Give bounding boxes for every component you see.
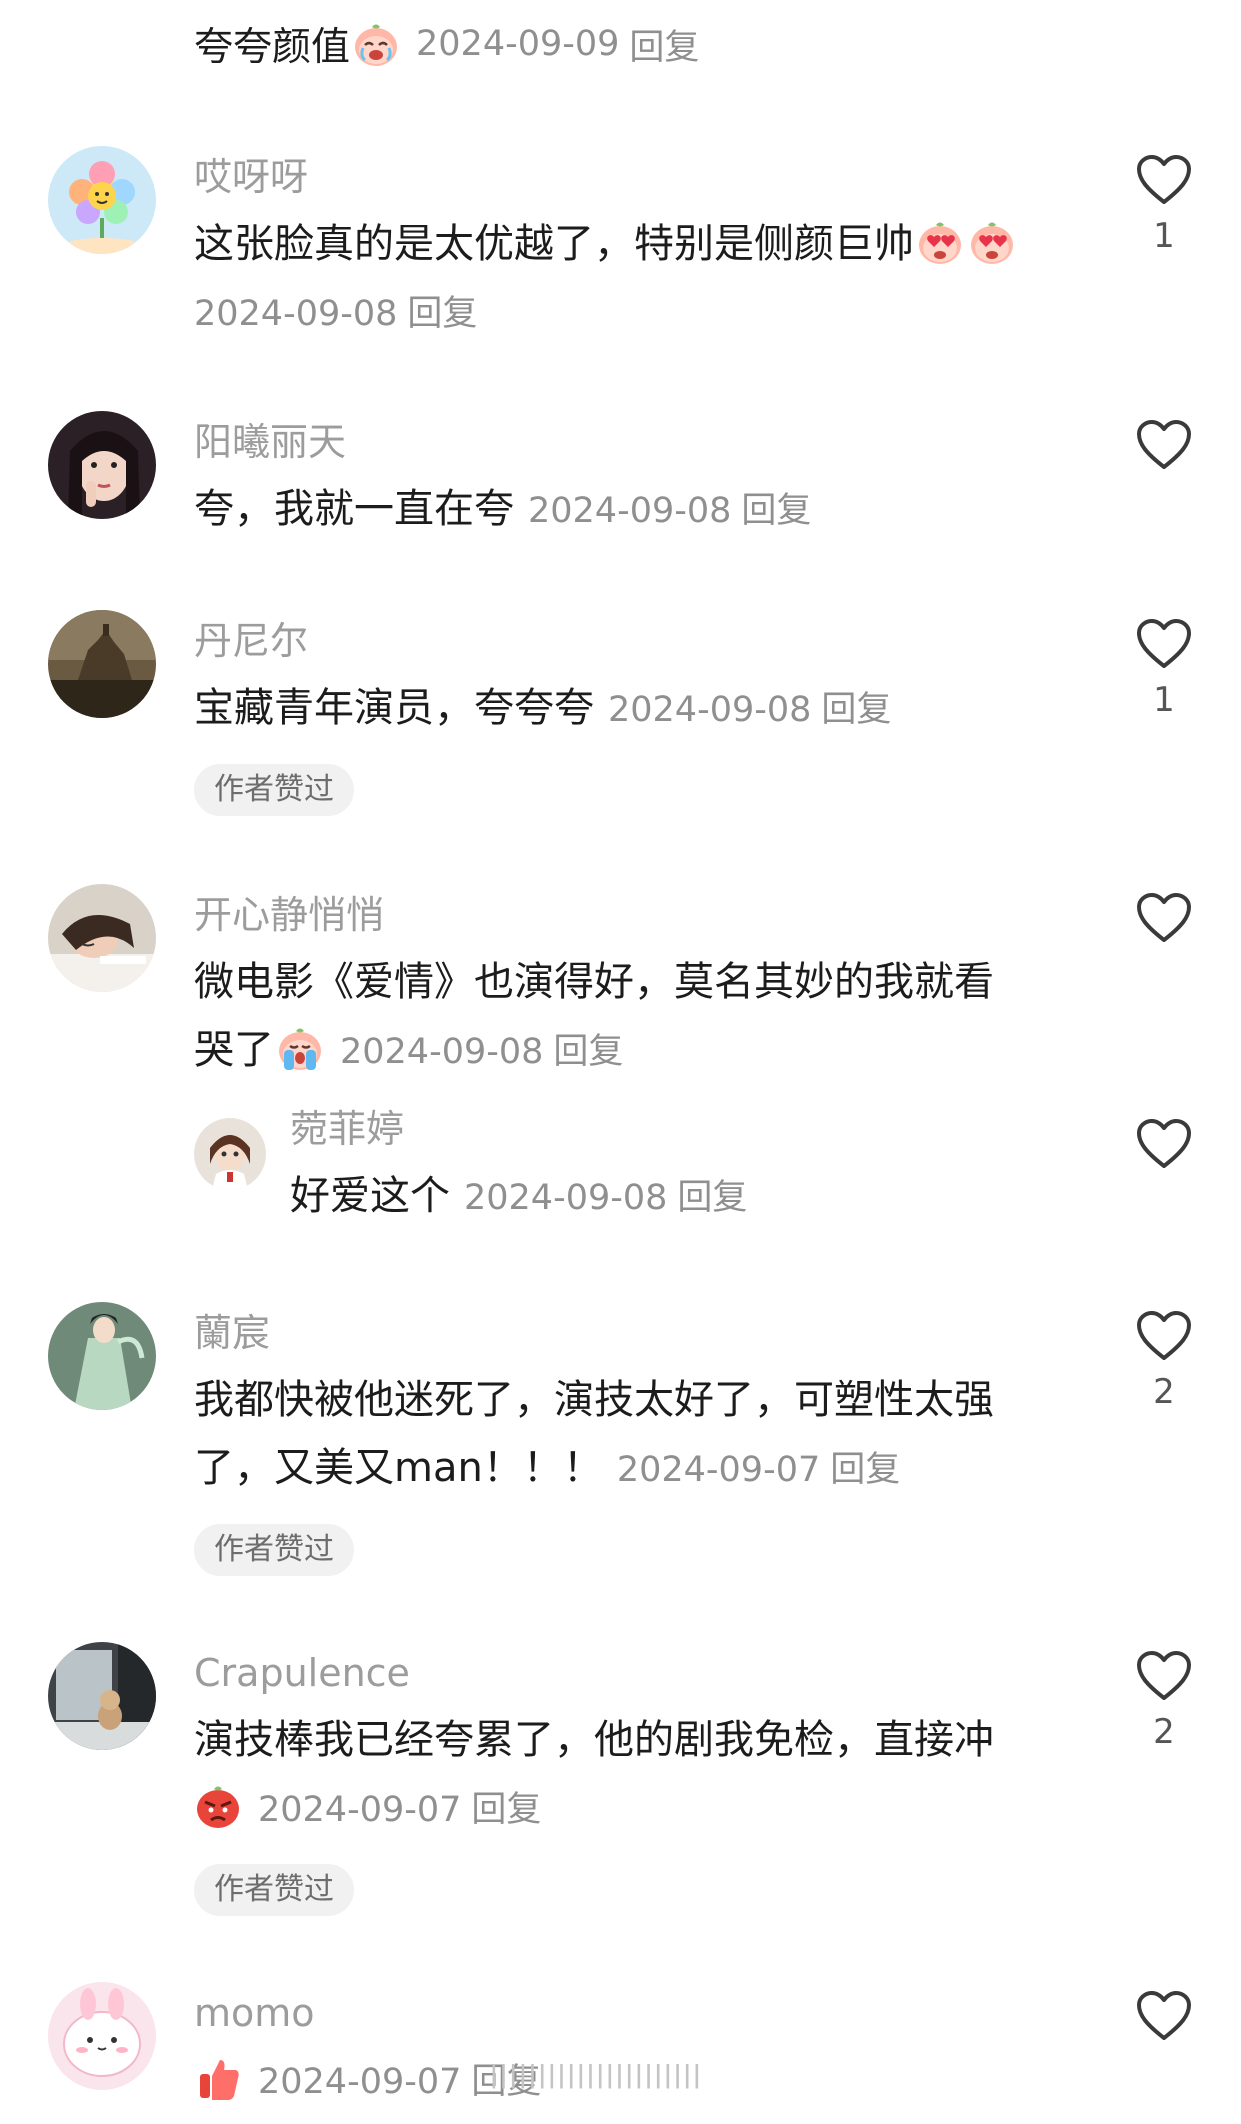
avatar[interactable] — [48, 884, 156, 992]
username[interactable]: 哎呀呀 — [194, 152, 308, 202]
like-count: 2 — [1153, 1712, 1175, 1752]
username[interactable]: momo — [194, 1988, 315, 2038]
like-count: 2 — [1153, 1372, 1175, 1412]
comment-date: 2024-09-07 — [258, 2062, 462, 2102]
heart-eyes-emoji — [968, 218, 1016, 266]
comment-body: 夸，我就一直在夸 — [194, 486, 514, 532]
comment-date: 2024-09-08 — [340, 1032, 544, 1072]
crying-laughing-emoji — [352, 20, 400, 68]
reply-button[interactable]: 回复 — [677, 1178, 747, 1218]
reply-button[interactable]: 回复 — [629, 19, 699, 70]
heart-icon — [1136, 419, 1192, 471]
comment-body: 演技棒我已经夸累了，他的剧我免检，直接冲 — [194, 1717, 994, 1763]
heart-eyes-emoji — [916, 218, 964, 266]
comment-date: 2024-09-08 — [464, 1178, 668, 1218]
comment-text: 我都快被他迷死了，演技太好了，可塑性太强 了，又美又man！！！ 2024-09-… — [194, 1366, 1074, 1504]
avatar[interactable] — [48, 1642, 156, 1750]
avatar[interactable] — [48, 1982, 156, 2090]
avatar[interactable] — [194, 1118, 266, 1190]
reply-button[interactable]: 回复 — [471, 1790, 541, 1830]
username[interactable]: Crapulence — [194, 1648, 410, 1698]
reply-date: 2024-09-09 — [416, 24, 620, 64]
like-button[interactable]: 1 — [1131, 618, 1197, 720]
comment-text: 好爱这个 2024-09-08 回复 — [290, 1162, 1070, 1232]
username[interactable]: 菀菲婷 — [290, 1104, 404, 1154]
heart-icon — [1136, 618, 1192, 670]
heart-icon — [1136, 154, 1192, 206]
username[interactable]: 蘭宸 — [194, 1308, 270, 1358]
comment-date: 2024-09-08 — [608, 690, 812, 730]
heart-icon — [1136, 1650, 1192, 1702]
angry-emoji — [194, 1782, 242, 1830]
like-button[interactable]: 2 — [1131, 1310, 1197, 1412]
reply-button[interactable]: 回复 — [821, 690, 891, 730]
comment-date: 2024-09-08 — [194, 294, 398, 334]
comment-date: 2024-09-07 — [616, 1450, 821, 1490]
reply-button[interactable]: 回复 — [830, 1450, 900, 1490]
avatar[interactable] — [48, 610, 156, 718]
avatar[interactable] — [48, 411, 156, 519]
comment-body: 宝藏青年演员，夸夸夸 — [194, 685, 594, 731]
like-button[interactable] — [1131, 1990, 1197, 2092]
thumbs-up-emoji — [194, 2054, 242, 2102]
like-count — [1131, 2052, 1197, 2092]
heart-icon — [1136, 1118, 1192, 1170]
heart-icon — [1136, 892, 1192, 944]
author-liked-badge: 作者赞过 — [194, 1524, 354, 1576]
comment-text: 演技棒我已经夸累了，他的剧我免检，直接冲 2024-09-07 回复 — [194, 1706, 1074, 1844]
like-button[interactable] — [1131, 892, 1197, 994]
reply-button[interactable]: 回复 — [553, 1032, 623, 1072]
like-button[interactable] — [1131, 1118, 1197, 1170]
comment-text: 微电影《爱情》也演得好，莫名其妙的我就看 哭了 2024-09-08 回复 — [194, 948, 1074, 1086]
like-count: 1 — [1153, 216, 1175, 256]
watermark: ǀǀǀǀǀǀǀǀǀǀǀǀǀǀǀǀǀǀǀǀǀǀ — [490, 2060, 703, 2090]
heart-icon — [1136, 1990, 1192, 2042]
comment-body: 好爱这个 — [290, 1173, 450, 1219]
comment-text: 宝藏青年演员，夸夸夸 2024-09-08 回复 — [194, 674, 1074, 744]
username[interactable]: 阳曦丽天 — [194, 417, 346, 467]
comment-body-cont: 了，又美又man！！！ — [194, 1445, 603, 1491]
comment-body: 这张脸真的是太优越了，特别是侧颜巨帅 — [194, 221, 914, 267]
like-button[interactable]: 2 — [1131, 1650, 1197, 1752]
comment-date: 2024-09-08 — [528, 491, 732, 531]
like-count: 1 — [1153, 680, 1175, 720]
comment-body: 微电影《爱情》也演得好，莫名其妙的我就看 — [194, 959, 994, 1005]
username[interactable]: 丹尼尔 — [194, 616, 308, 666]
username[interactable]: 开心静悄悄 — [194, 890, 384, 940]
comment-body-cont: 哭了 — [194, 1027, 274, 1073]
comment-body: 我都快被他迷死了，演技太好了，可塑性太强 — [194, 1377, 994, 1423]
comment-date: 2024-09-07 — [258, 1790, 462, 1830]
author-liked-badge: 作者赞过 — [194, 1864, 354, 1916]
avatar[interactable] — [48, 146, 156, 254]
comment-text: 夸，我就一直在夸 2024-09-08 回复 — [194, 475, 1074, 545]
like-button[interactable]: 1 — [1131, 154, 1197, 256]
avatar[interactable] — [48, 1302, 156, 1410]
reply-text: 夸夸颜值 — [194, 25, 351, 70]
top-reply: 夸夸颜值 2024-09-09 回复 — [194, 14, 699, 74]
like-count — [1131, 481, 1197, 521]
like-count — [1131, 954, 1197, 994]
crying-emoji — [276, 1024, 324, 1072]
comment-text: 这张脸真的是太优越了，特别是侧颜巨帅 2024-09-08 回复 — [194, 210, 1074, 348]
reply-button[interactable]: 回复 — [741, 491, 811, 531]
author-liked-badge: 作者赞过 — [194, 764, 354, 816]
heart-icon — [1136, 1310, 1192, 1362]
like-button[interactable] — [1131, 419, 1197, 521]
reply-button[interactable]: 回复 — [407, 294, 477, 334]
